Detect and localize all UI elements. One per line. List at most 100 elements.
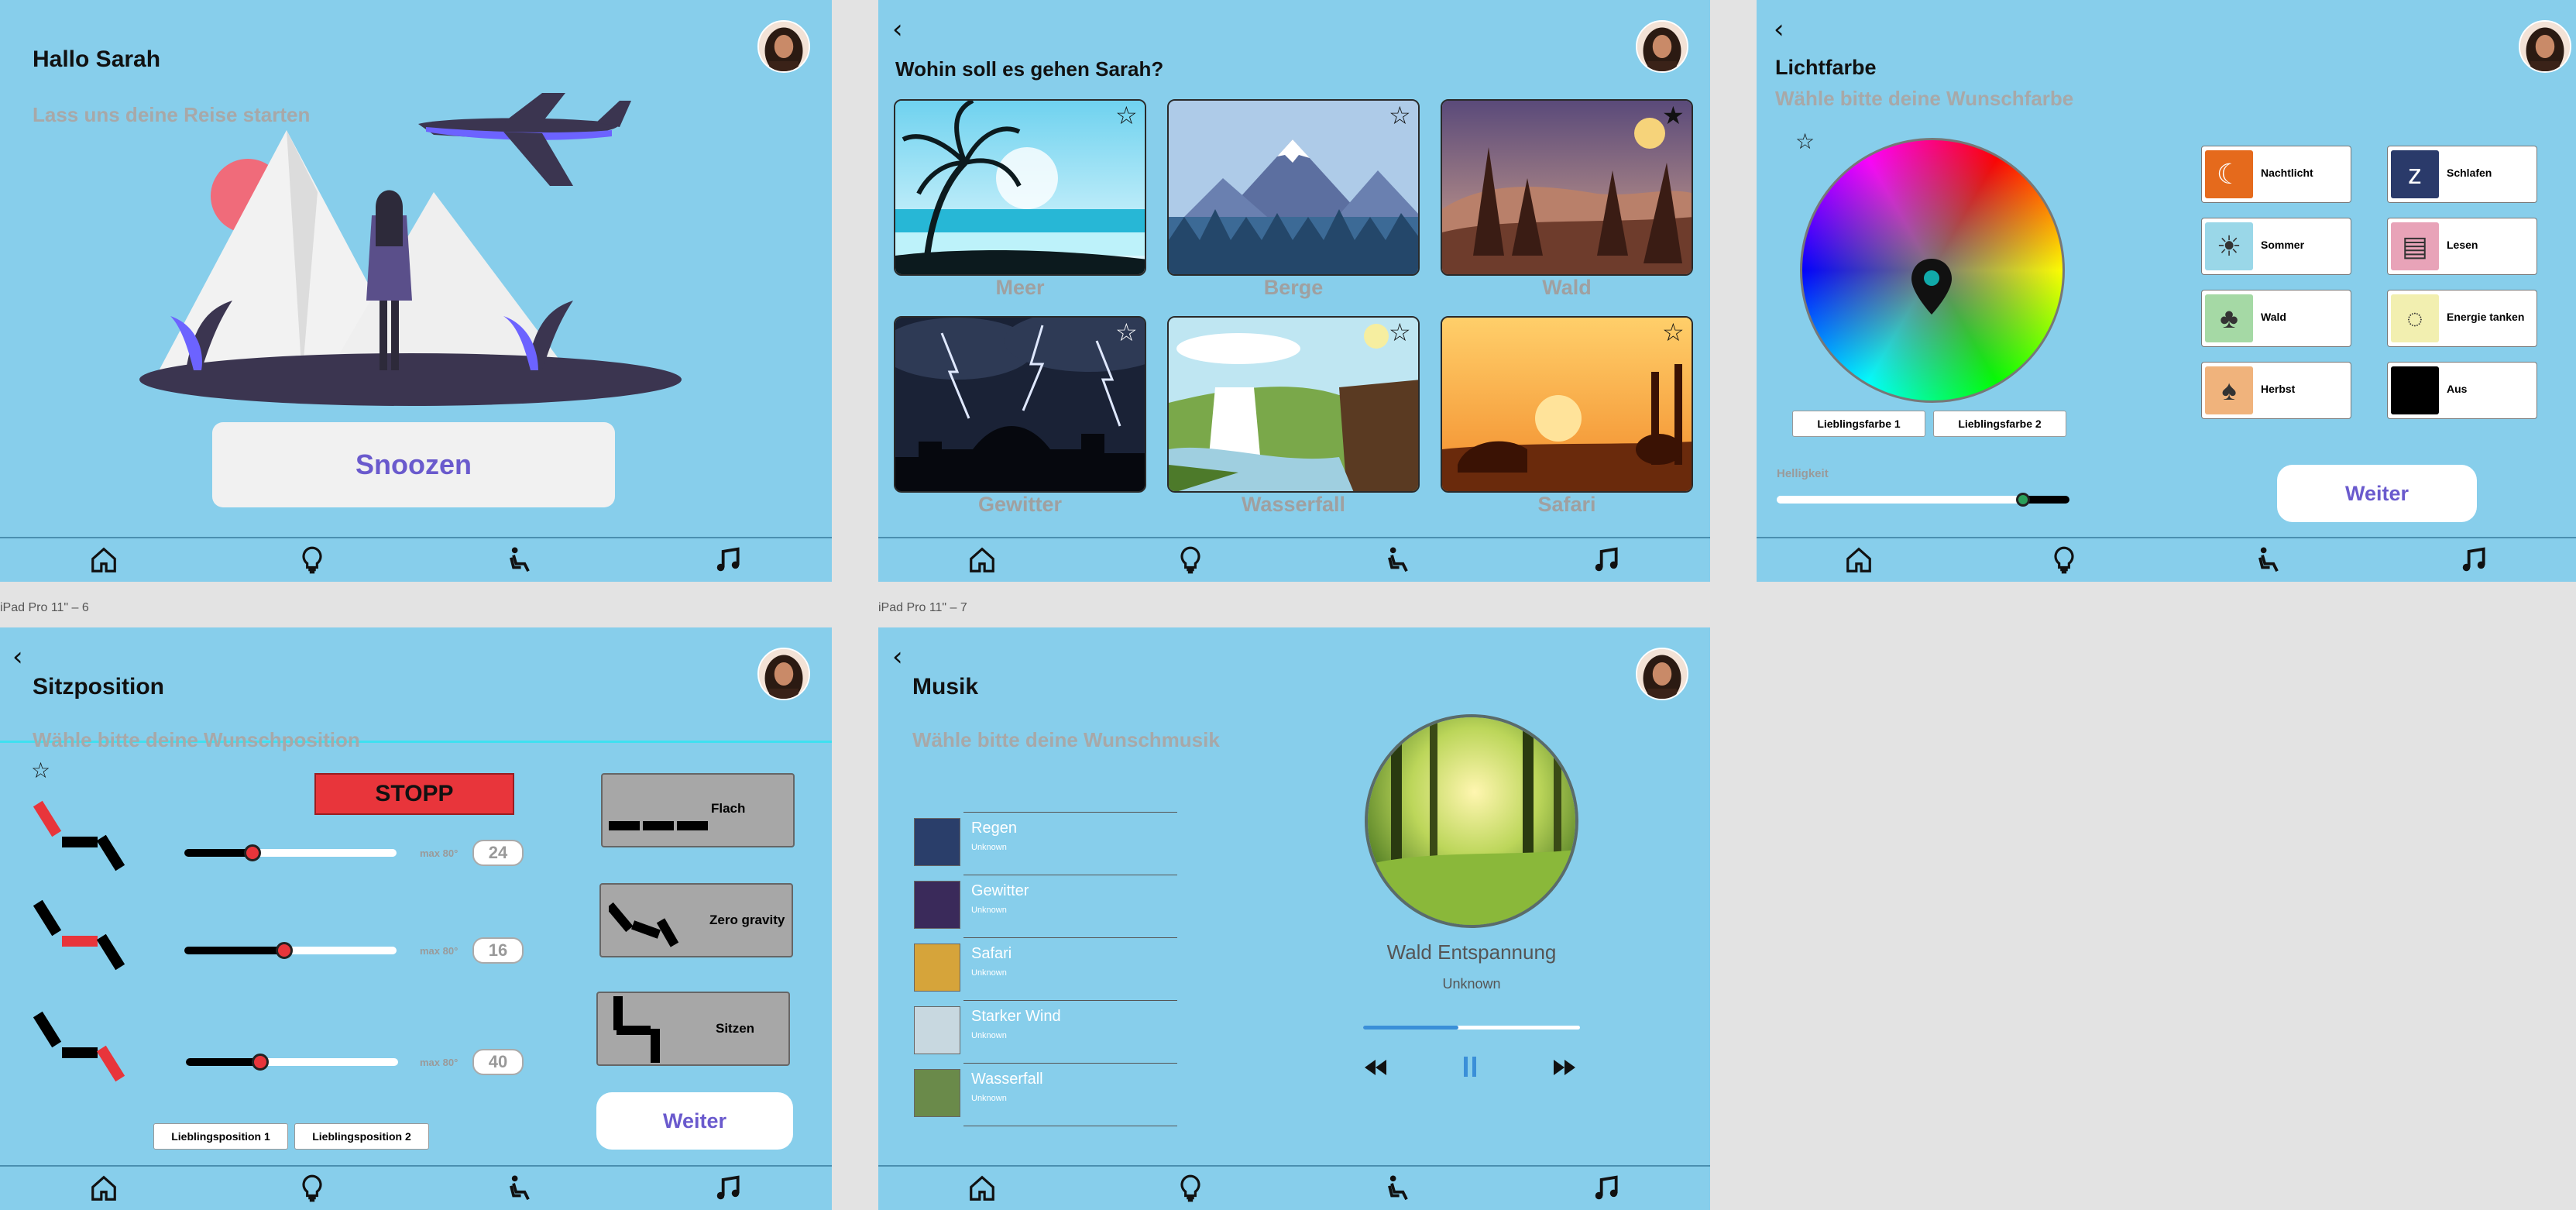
pause-icon[interactable] <box>1461 1055 1479 1078</box>
music-icon[interactable] <box>713 1174 743 1203</box>
brightness-label: Helligkeit <box>1777 467 1829 480</box>
favorite-star-icon[interactable]: ☆ <box>31 758 50 783</box>
sitting-position-icon <box>613 996 660 1063</box>
music-icon[interactable] <box>2459 545 2488 575</box>
track-list-item[interactable]: Wasserfall Unknown <box>914 1061 1177 1125</box>
light-preset-nachtlicht[interactable]: ☾ Nachtlicht <box>2201 146 2351 203</box>
track-list-item[interactable]: Starker Wind Unknown <box>914 999 1177 1062</box>
avatar[interactable] <box>1636 20 1688 73</box>
lightbulb-icon[interactable] <box>1176 1174 1205 1203</box>
brightness-slider-thumb[interactable] <box>2015 493 2030 507</box>
destination-card-meer[interactable] <box>894 99 1146 276</box>
continue-button[interactable]: Weiter <box>2277 465 2477 522</box>
divider <box>963 1000 1177 1001</box>
legrest-slider-thumb[interactable] <box>251 1054 269 1071</box>
brightness-slider[interactable] <box>1777 493 2069 507</box>
music-icon[interactable] <box>1592 1174 1621 1203</box>
light-preset-energie-tanken[interactable]: ◌ Energie tanken <box>2387 290 2537 347</box>
track-thumbnail <box>914 881 960 929</box>
light-preset-schlafen[interactable]: z Schlafen <box>2387 146 2537 203</box>
seat-icon[interactable] <box>505 1174 534 1203</box>
home-icon[interactable] <box>967 545 997 575</box>
music-icon[interactable] <box>713 545 743 575</box>
light-preset-herbst[interactable]: ♠ Herbst <box>2201 362 2351 419</box>
avatar[interactable] <box>1636 648 1688 700</box>
preset-zero-gravity-button[interactable]: Zero gravity <box>599 883 793 957</box>
back-icon[interactable]: ‹ <box>12 641 23 672</box>
moon-icon: ☾ <box>2205 150 2253 198</box>
previous-track-icon[interactable] <box>1363 1058 1388 1077</box>
now-playing-title: Wald Entspannung <box>1386 940 1557 964</box>
seat-angle-input[interactable]: 16 <box>472 937 524 964</box>
welcome-screen: Hallo Sarah Lass uns deine Reise starten… <box>0 0 832 582</box>
favorite-position-2-button[interactable]: Lieblingsposition 2 <box>294 1123 429 1150</box>
next-track-icon[interactable] <box>1552 1058 1577 1077</box>
track-thumbnail <box>914 944 960 992</box>
back-icon[interactable]: ‹ <box>1774 14 1784 45</box>
track-name: Wasserfall <box>971 1071 1043 1088</box>
light-preset-lesen[interactable]: ▤ Lesen <box>2387 218 2537 275</box>
lightbulb-icon[interactable] <box>297 1174 327 1203</box>
seat-slider[interactable] <box>184 942 397 959</box>
now-playing-artist: Unknown <box>1442 976 1501 992</box>
destination-card-berge[interactable] <box>1167 99 1420 276</box>
seat-icon[interactable] <box>2254 545 2283 575</box>
stop-button[interactable]: STOPP <box>314 773 514 815</box>
home-icon[interactable] <box>89 545 118 575</box>
track-list-item[interactable]: Regen Unknown <box>914 810 1177 874</box>
backrest-angle-input[interactable]: 24 <box>472 840 524 866</box>
backrest-slider[interactable] <box>184 844 397 861</box>
seat-icon[interactable] <box>1383 1174 1413 1203</box>
back-icon[interactable]: ‹ <box>892 641 903 672</box>
brightness-slider-fill <box>1777 496 2023 504</box>
seat-slider-thumb[interactable] <box>275 942 293 959</box>
color-picker-pin-icon[interactable] <box>1910 257 1953 316</box>
destination-screen: ‹ Wohin soll es gehen Sarah? ☆ Meer ☆ Be… <box>878 0 1710 582</box>
favorite-star-icon[interactable]: ☆ <box>1389 318 1411 347</box>
avatar[interactable] <box>2519 20 2571 73</box>
lightbulb-icon[interactable] <box>2049 545 2079 575</box>
favorite-star-icon[interactable]: ☆ <box>1115 318 1138 347</box>
favorite-star-icon[interactable]: ★ <box>1662 101 1685 130</box>
preset-sitting-button[interactable]: Sitzen <box>596 992 790 1066</box>
lightbulb-icon[interactable] <box>297 545 327 575</box>
destination-card-safari[interactable] <box>1441 316 1693 493</box>
light-preset-sommer[interactable]: ☀ Sommer <box>2201 218 2351 275</box>
preset-flat-button[interactable]: Flach <box>601 773 795 847</box>
light-preset-aus[interactable]: Aus <box>2387 362 2537 419</box>
legrest-slider[interactable] <box>186 1054 398 1071</box>
favorite-star-icon[interactable]: ☆ <box>1662 318 1685 347</box>
destination-label: Gewitter <box>977 493 1063 516</box>
light-preset-wald[interactable]: ♣ Wald <box>2201 290 2351 347</box>
destination-card-wald[interactable] <box>1441 99 1693 276</box>
preset-label: Sitzen <box>716 1021 755 1036</box>
lightbulb-icon[interactable] <box>1176 545 1205 575</box>
track-list-item[interactable]: Safari Unknown <box>914 936 1177 999</box>
back-icon[interactable]: ‹ <box>892 14 903 45</box>
seat-icon[interactable] <box>505 545 534 575</box>
music-icon[interactable] <box>1592 545 1621 575</box>
destination-card-wasserfall[interactable] <box>1167 316 1420 493</box>
favorite-color-1-button[interactable]: Lieblingsfarbe 1 <box>1792 411 1925 437</box>
favorite-color-2-button[interactable]: Lieblingsfarbe 2 <box>1933 411 2066 437</box>
divider <box>963 1063 1177 1064</box>
playback-progress-bar[interactable] <box>1363 1026 1580 1030</box>
destination-card-gewitter[interactable] <box>894 316 1146 493</box>
home-icon[interactable] <box>89 1174 118 1203</box>
favorite-position-1-button[interactable]: Lieblingsposition 1 <box>153 1123 288 1150</box>
home-icon[interactable] <box>1844 545 1874 575</box>
avatar[interactable] <box>757 20 810 73</box>
favorite-star-icon[interactable]: ☆ <box>1389 101 1411 130</box>
legrest-angle-input[interactable]: 40 <box>472 1049 524 1075</box>
divider <box>914 1124 1177 1127</box>
continue-button[interactable]: Weiter <box>596 1092 793 1150</box>
backrest-slider-thumb[interactable] <box>243 844 261 861</box>
avatar[interactable] <box>757 648 810 700</box>
home-icon[interactable] <box>967 1174 997 1203</box>
track-list-item[interactable]: Gewitter Unknown <box>914 873 1177 937</box>
seat-icon[interactable] <box>1383 545 1413 575</box>
favorite-star-icon[interactable]: ☆ <box>1795 129 1815 154</box>
destination-label: Meer <box>995 276 1045 299</box>
snooze-button[interactable]: Snoozen <box>212 422 615 507</box>
favorite-star-icon[interactable]: ☆ <box>1115 101 1138 130</box>
